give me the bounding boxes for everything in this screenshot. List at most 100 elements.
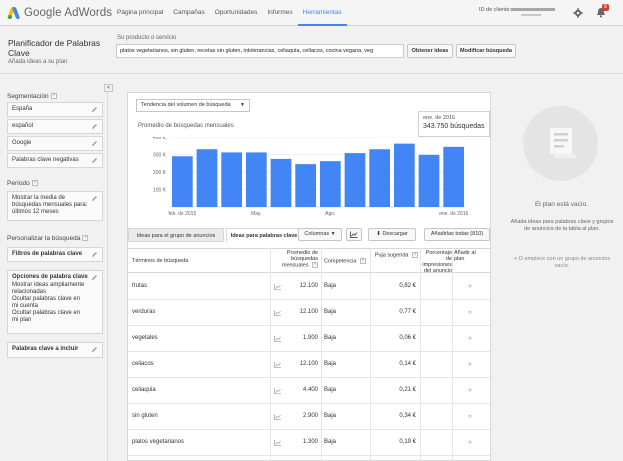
add-to-plan-button[interactable]: » — [468, 300, 472, 325]
table-row[interactable]: frutas 12.100 Baja 0,82 € » — [128, 274, 490, 300]
tab-ad-group-ideas[interactable]: Ideas para el grupo de anuncios — [128, 228, 224, 242]
keywords-to-include-item[interactable]: Palabras clave a incluir — [7, 342, 103, 358]
nav-home[interactable]: Página principal — [112, 0, 168, 26]
col-search-terms[interactable]: Términos de búsqueda — [132, 258, 188, 264]
add-to-plan-button[interactable]: » — [468, 274, 472, 299]
trend-chart-icon[interactable] — [274, 284, 281, 290]
get-ideas-button[interactable]: Obtener ideas — [407, 44, 453, 58]
col-competition[interactable]: Competencia ? — [324, 258, 366, 264]
x-tick-label: May. — [251, 211, 261, 217]
tab-keyword-ideas[interactable]: Ideas para palabras clave — [226, 228, 302, 242]
avg-searches: 2.900 — [302, 413, 318, 419]
columns-button[interactable]: Columnas ▼ — [298, 228, 342, 241]
chart-bar[interactable] — [221, 152, 243, 207]
trend-chart-icon[interactable] — [274, 388, 281, 394]
chart-bar[interactable] — [344, 153, 366, 207]
col-suggested-bid[interactable]: Puja sugerida ? — [372, 252, 418, 258]
adwords-logo[interactable]: Google AdWords — [6, 6, 113, 20]
chart-bar[interactable] — [295, 164, 317, 207]
chart-bar[interactable] — [369, 149, 391, 207]
add-to-plan-button[interactable]: » — [468, 352, 472, 377]
competition: Baja — [324, 387, 337, 393]
nav-tools[interactable]: Herramientas — [297, 0, 347, 26]
location-item[interactable]: España — [7, 102, 103, 117]
add-to-plan-button[interactable]: » — [468, 404, 472, 429]
help-icon[interactable]: ? — [50, 93, 57, 100]
search-term: celiacos — [132, 361, 154, 367]
add-to-plan-button[interactable]: » — [468, 326, 472, 351]
plan-empty-icon — [523, 106, 598, 181]
chart-bar[interactable] — [196, 149, 218, 207]
chart-bar[interactable] — [319, 161, 341, 207]
keyword-option: Mostrar ideas ampliamente relacionadas — [12, 282, 85, 295]
pencil-icon[interactable] — [91, 106, 98, 113]
table-row[interactable]: sin gluten 2.900 Baja 0,34 € » — [128, 404, 490, 430]
language-label: español — [12, 123, 34, 129]
add-to-plan-button[interactable]: » — [468, 430, 472, 455]
table-row[interactable]: platos vegetarianos 1.300 Baja 0,19 € » — [128, 430, 490, 456]
table-row[interactable]: celiaquia 4.400 Baja 0,21 € » — [128, 378, 490, 404]
chart-toggle-button[interactable] — [346, 228, 362, 241]
chart-bar[interactable] — [270, 158, 292, 207]
product-input[interactable]: platos vegetarianos, sin gluten, recetas… — [116, 44, 404, 58]
chart-bar[interactable] — [245, 152, 267, 207]
dropdown-arrow-icon: ▼ — [240, 102, 245, 108]
pencil-icon[interactable] — [91, 346, 98, 353]
pencil-icon[interactable] — [91, 274, 98, 281]
help-icon[interactable]: ? — [359, 258, 366, 264]
suggested-bid: 0,21 € — [399, 387, 416, 393]
collapse-sidebar-button[interactable]: « — [104, 84, 113, 92]
col-add-to-plan[interactable]: Añadir al plan — [454, 250, 480, 262]
nav-reports[interactable]: Informes — [262, 0, 297, 26]
negative-keywords-label: Palabras clave negativas — [12, 157, 79, 163]
trend-chart-icon[interactable] — [274, 336, 281, 342]
keyword-filters-item[interactable]: Filtros de palabras clave — [7, 247, 103, 262]
page-title: Planificador de Palabras Clave — [8, 38, 101, 58]
nav-campaigns[interactable]: Campañas — [168, 0, 209, 26]
col-avg-monthly-searches[interactable]: Promedio de búsquedas mensuales ? — [274, 250, 318, 268]
help-icon[interactable]: ? — [312, 262, 318, 268]
trend-chart-icon[interactable] — [274, 310, 281, 316]
network-label: Google — [12, 140, 32, 146]
chart-bar[interactable] — [418, 154, 440, 207]
competition: Baja — [324, 361, 337, 367]
gear-icon[interactable] — [573, 8, 583, 18]
trend-chart-icon[interactable] — [274, 440, 281, 446]
y-tick-label: 200 K — [153, 170, 167, 176]
negative-keywords-item[interactable]: Palabras clave negativas — [7, 153, 103, 168]
pencil-icon[interactable] — [91, 123, 98, 130]
chart-bar[interactable] — [393, 143, 415, 207]
help-icon[interactable]: ? — [412, 252, 418, 258]
search-volume-chart: 100 K 200 K 300 K 400 K feb. de 2015 May. Ago.… — [153, 137, 468, 217]
download-button[interactable]: ⬇ Descargar — [368, 228, 416, 241]
empty-ad-group-link[interactable]: + O empiece con un grupo de anuncios vac… — [509, 256, 615, 270]
table-row[interactable]: vegetales 1.900 Baja 0,06 € » — [128, 326, 490, 352]
help-icon[interactable]: ? — [82, 235, 89, 242]
chart-bar[interactable] — [171, 156, 193, 207]
logo-text: Google AdWords — [24, 7, 113, 19]
keyword-options-title: Opciones de palabra clave — [12, 274, 88, 280]
add-to-plan-button[interactable]: » — [468, 378, 472, 403]
suggested-bid: 0,82 € — [399, 283, 416, 289]
pencil-icon[interactable] — [91, 157, 98, 164]
language-item[interactable]: español — [7, 119, 103, 134]
help-icon[interactable]: ? — [31, 180, 38, 187]
pencil-icon[interactable] — [91, 251, 98, 258]
chart-bar[interactable] — [443, 146, 465, 207]
network-item[interactable]: Google — [7, 136, 103, 151]
trend-chart-icon[interactable] — [274, 414, 281, 420]
pencil-icon[interactable] — [91, 195, 98, 202]
add-all-button[interactable]: Añadirlas todas (810) — [424, 228, 490, 241]
period-item[interactable]: Mostrar la media de búsquedas mensuales … — [7, 191, 103, 221]
trend-dropdown[interactable]: Tendencia del volumen de búsqueda ▼ — [136, 99, 250, 112]
col-ad-impression-share[interactable]: Porcentaje de impresiones del anuncio — [420, 250, 452, 272]
adwords-logo-icon — [6, 7, 21, 19]
trend-chart-icon[interactable] — [274, 362, 281, 368]
table-row[interactable]: verduras 12.100 Baja 0,77 € » — [128, 300, 490, 326]
pencil-icon[interactable] — [91, 140, 98, 147]
customize-heading: Personalizar la búsqueda? — [7, 235, 89, 242]
modify-search-button[interactable]: Modificar búsqueda — [456, 44, 516, 58]
nav-opportunities[interactable]: Oportunidades — [210, 0, 263, 26]
keyword-options-item[interactable]: Opciones de palabra clave Mostrar ideas … — [7, 270, 103, 334]
table-row[interactable]: celiacos 12.100 Baja 0,14 € » — [128, 352, 490, 378]
